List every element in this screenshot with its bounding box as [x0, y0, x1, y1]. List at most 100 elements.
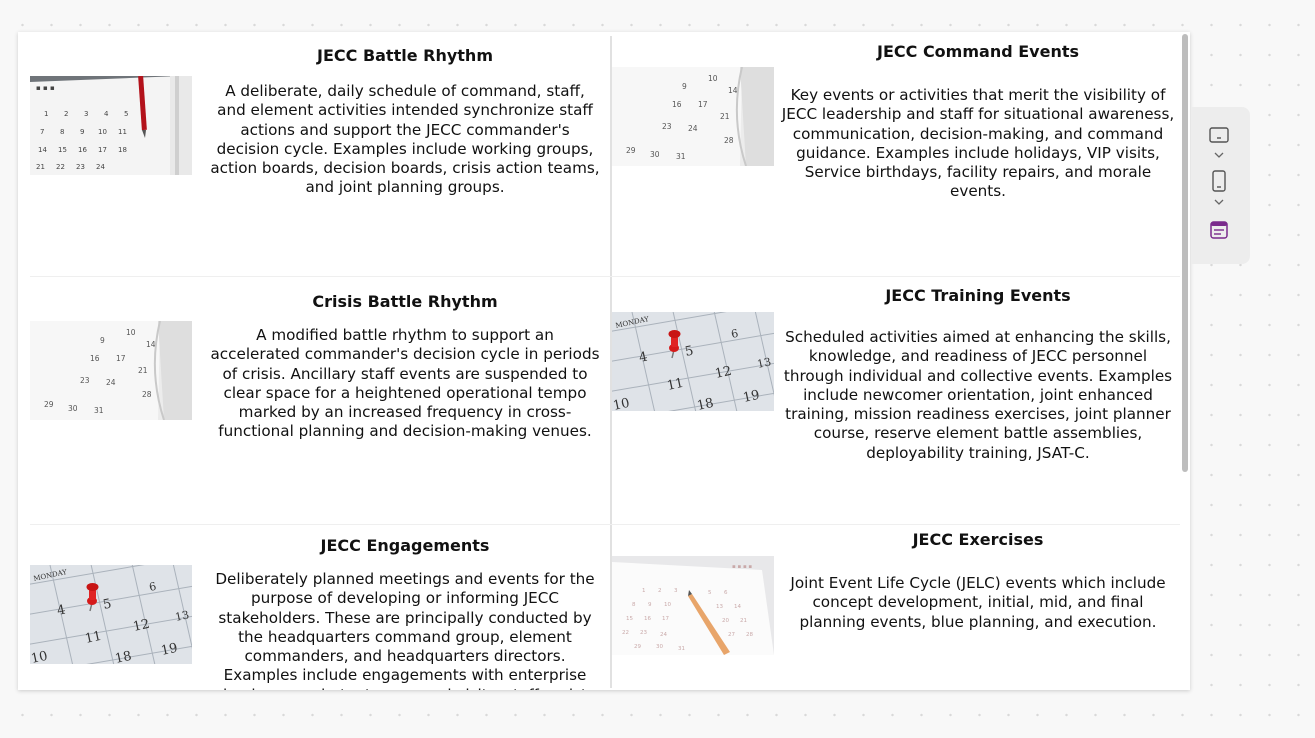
- svg-text:8: 8: [60, 128, 64, 136]
- row-divider: [30, 276, 1180, 277]
- svg-text:21: 21: [36, 163, 45, 171]
- svg-text:17: 17: [98, 146, 107, 154]
- card-description: Scheduled activities aimed at enhancing …: [783, 328, 1173, 462]
- desktop-view-icon[interactable]: [1207, 124, 1231, 146]
- svg-text:14: 14: [734, 604, 741, 610]
- mobile-view-icon[interactable]: [1207, 169, 1231, 193]
- svg-text:16: 16: [78, 146, 87, 154]
- svg-text:5: 5: [124, 110, 128, 118]
- svg-text:22: 22: [56, 163, 65, 171]
- svg-text:2: 2: [64, 110, 68, 118]
- card-title: JECC Command Events: [877, 42, 1079, 61]
- svg-text:9: 9: [682, 82, 687, 91]
- svg-text:17: 17: [662, 616, 669, 622]
- svg-text:4: 4: [104, 110, 109, 118]
- svg-text:30: 30: [656, 644, 663, 650]
- svg-text:14: 14: [146, 340, 156, 349]
- svg-text:3: 3: [674, 588, 678, 594]
- card-jecc-training-events: JECC Training Events MONDAY 4 5 6 11 12 …: [612, 284, 1178, 516]
- svg-text:24: 24: [660, 632, 667, 638]
- svg-text:6: 6: [724, 590, 728, 596]
- svg-text:18: 18: [118, 146, 127, 154]
- card-jecc-battle-rhythm: JECC Battle Rhythm ▪ ▪ ▪ 12345 7 8 9 10 11 1…: [30, 44, 600, 264]
- svg-text:31: 31: [678, 646, 685, 652]
- svg-text:15: 15: [626, 616, 633, 622]
- calendar-pushpin-image: MONDAY 4 5 6 11 12 13 18 19 10: [612, 312, 774, 411]
- svg-text:24: 24: [106, 378, 116, 387]
- card-jecc-exercises: JECC Exercises ▪ ▪ ▪ ▪ 1 2 3 5 6 8 9 10 13 14 15…: [612, 528, 1178, 688]
- svg-text:30: 30: [68, 404, 78, 413]
- card-title: JECC Training Events: [885, 286, 1071, 305]
- svg-text:15: 15: [58, 146, 67, 154]
- svg-text:29: 29: [44, 400, 54, 409]
- svg-text:28: 28: [746, 632, 753, 638]
- svg-text:18: 18: [114, 649, 133, 664]
- svg-text:▪ ▪ ▪ ▪: ▪ ▪ ▪ ▪: [732, 564, 752, 570]
- svg-text:▪ ▪ ▪: ▪ ▪ ▪: [36, 84, 55, 92]
- svg-text:21: 21: [740, 618, 747, 624]
- svg-text:24: 24: [688, 124, 698, 133]
- svg-text:16: 16: [672, 100, 682, 109]
- svg-text:22: 22: [622, 630, 629, 636]
- svg-text:9: 9: [100, 336, 105, 345]
- svg-text:7: 7: [40, 128, 44, 136]
- svg-text:27: 27: [728, 632, 735, 638]
- svg-text:1: 1: [44, 110, 48, 118]
- svg-text:1: 1: [642, 588, 646, 594]
- content-canvas: JECC Battle Rhythm ▪ ▪ ▪ 12345 7 8 9 10 11 1…: [18, 32, 1190, 690]
- svg-text:8: 8: [632, 602, 636, 608]
- card-jecc-engagements: JECC Engagements MONDAY 4 5 6 11 12 13 1…: [30, 534, 600, 690]
- svg-text:31: 31: [94, 406, 104, 415]
- svg-text:16: 16: [644, 616, 651, 622]
- svg-text:29: 29: [626, 146, 636, 155]
- svg-text:18: 18: [696, 396, 715, 411]
- svg-text:2: 2: [658, 588, 662, 594]
- svg-text:31: 31: [676, 152, 686, 161]
- svg-text:29: 29: [634, 644, 641, 650]
- svg-text:17: 17: [116, 354, 126, 363]
- svg-text:14: 14: [38, 146, 47, 154]
- card-title: JECC Battle Rhythm: [317, 46, 493, 65]
- calendar-pushpin-image: MONDAY 4 5 6 11 12 13 18 19 10: [30, 565, 192, 664]
- svg-text:9: 9: [80, 128, 84, 136]
- card-title: Crisis Battle Rhythm: [312, 292, 498, 311]
- svg-text:10: 10: [98, 128, 107, 136]
- svg-text:10: 10: [612, 396, 631, 411]
- card-description: A deliberate, daily schedule of command,…: [210, 82, 600, 197]
- calendar-pages-image: 10 9 14 16 17 21 23 24 28 29 30 31: [30, 321, 192, 420]
- svg-text:5: 5: [708, 590, 712, 596]
- svg-text:21: 21: [720, 112, 730, 121]
- card-title: JECC Engagements: [320, 536, 490, 555]
- svg-text:23: 23: [662, 122, 672, 131]
- calendar-pencil-image: ▪ ▪ ▪ ▪ 12356 8 9 10 13 14 15 16 17 20 21 22 23 24…: [612, 556, 774, 655]
- card-description: Key events or activities that merit the …: [781, 86, 1175, 201]
- svg-text:20: 20: [722, 618, 729, 624]
- calendar-pen-image: ▪ ▪ ▪ 12345 7 8 9 10 11 14 15 16 17 18 21 22 23 24: [30, 76, 192, 175]
- svg-text:13: 13: [716, 604, 723, 610]
- row-divider: [30, 524, 1180, 525]
- svg-text:10: 10: [664, 602, 671, 608]
- section-layout-icon[interactable]: [1207, 219, 1231, 241]
- view-toolbar: [1191, 107, 1250, 264]
- svg-text:23: 23: [76, 163, 85, 171]
- card-crisis-battle-rhythm: Crisis Battle Rhythm 10 9 14 16 17 21 23 24 2…: [30, 290, 600, 514]
- svg-text:9: 9: [648, 602, 652, 608]
- svg-text:14: 14: [728, 86, 738, 95]
- calendar-pages-image: 10 9 14 16 17 21 23 24 28 29 30 31: [612, 67, 774, 166]
- svg-text:10: 10: [30, 649, 49, 664]
- scrollbar[interactable]: [1182, 34, 1188, 472]
- svg-text:28: 28: [724, 136, 734, 145]
- svg-text:17: 17: [698, 100, 708, 109]
- card-description: Deliberately planned meetings and events…: [215, 570, 595, 690]
- card-title: JECC Exercises: [912, 530, 1044, 549]
- svg-text:10: 10: [708, 74, 718, 83]
- svg-text:30: 30: [650, 150, 660, 159]
- svg-text:23: 23: [80, 376, 90, 385]
- svg-text:21: 21: [138, 366, 148, 375]
- card-description: Joint Event Life Cycle (JELC) events whi…: [790, 574, 1166, 631]
- chevron-down-icon[interactable]: [1207, 148, 1231, 162]
- card-jecc-command-events: JECC Command Events 10 9 14 16 17 21 23 24 28…: [612, 40, 1178, 264]
- chevron-down-icon[interactable]: [1207, 195, 1231, 209]
- card-description: A modified battle rhythm to support an a…: [210, 326, 600, 441]
- svg-text:11: 11: [118, 128, 127, 136]
